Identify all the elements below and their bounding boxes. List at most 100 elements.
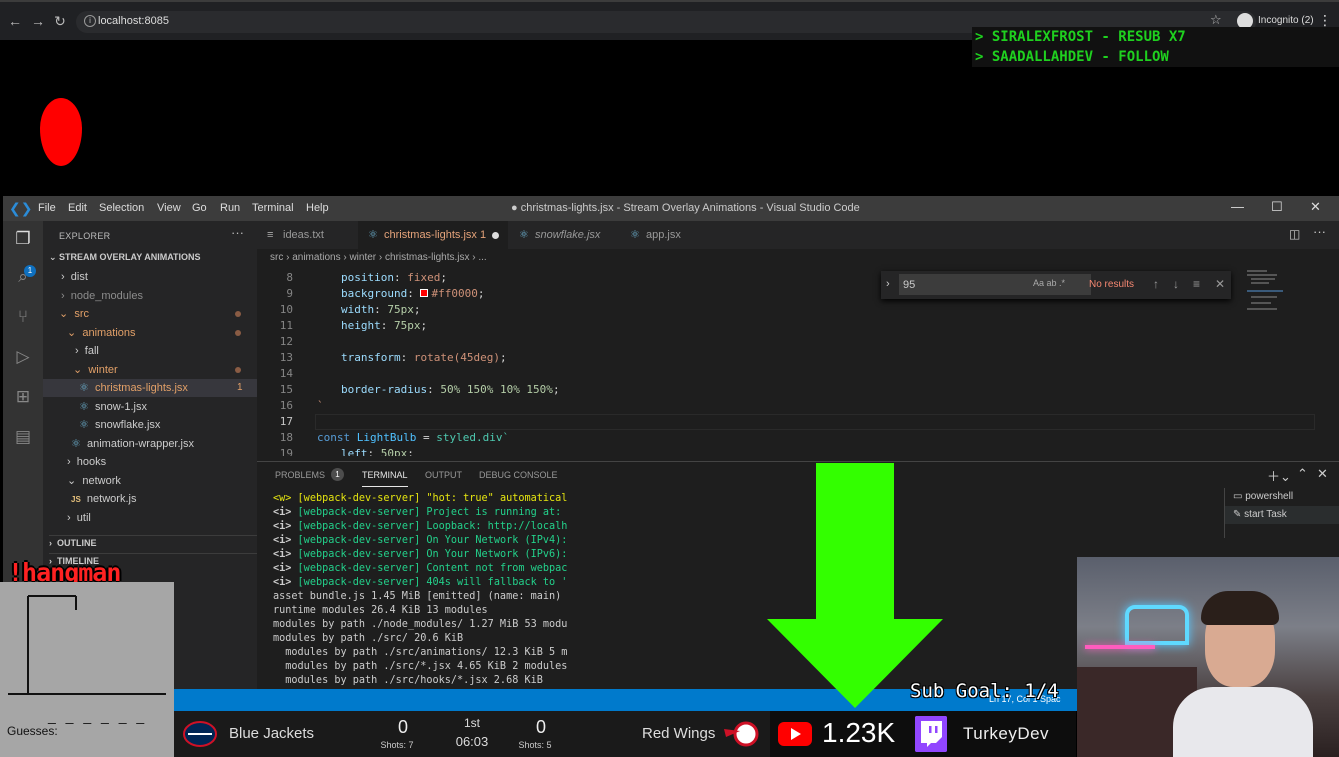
tree-item-util[interactable]: › util — [43, 509, 257, 527]
maximize-panel-icon[interactable]: ⌃ — [1297, 466, 1308, 482]
webcam-feed — [1077, 557, 1339, 757]
tree-item-snow-1[interactable]: ⚛ snow-1.jsx — [43, 398, 257, 416]
maximize-icon[interactable]: ☐ — [1271, 199, 1283, 215]
tree-item-snowflake[interactable]: ⚛ snowflake.jsx — [43, 416, 257, 434]
minimap[interactable] — [1243, 268, 1323, 328]
tab-snowflake[interactable]: ⚛ snowflake.jsx — [509, 221, 619, 249]
tree-item-winter[interactable]: ⌄ winter — [43, 361, 257, 379]
find-in-selection-icon[interactable]: ≡ — [1193, 277, 1200, 291]
tree-item-christmas-lights[interactable]: ⚛ christmas-lights.jsx 1 — [43, 379, 257, 397]
extensions-icon[interactable]: ⊞ — [13, 387, 33, 407]
menu-help[interactable]: Help — [306, 202, 329, 214]
terminal-list: ▭ powershell ✎ start Task — [1224, 488, 1339, 538]
guesses-label: Guesses: — [7, 724, 58, 738]
terminal-line: modules by path ./node_modules/ 1.27 MiB… — [273, 619, 568, 630]
code-line: left: 50px; — [341, 447, 414, 456]
terminal-line: modules by path ./src/*.jsx 4.65 KiB 2 m… — [273, 661, 568, 672]
tree-item-network[interactable]: ⌄ network — [43, 472, 257, 490]
terminal-line: <i> [webpack-dev-server] Project is runn… — [273, 507, 562, 518]
tree-item-src[interactable]: ⌄ src — [43, 305, 257, 323]
menu-go[interactable]: Go — [192, 202, 207, 214]
menu-run[interactable]: Run — [220, 202, 240, 214]
terminal-output[interactable]: <w> [webpack-dev-server] "hot: true" aut… — [273, 492, 583, 687]
close-panel-icon[interactable]: ✕ — [1317, 466, 1328, 482]
tree-item-dist[interactable]: › dist — [43, 268, 257, 286]
tab-ideas[interactable]: ≡ ideas.txt — [257, 221, 357, 249]
line-number: 18 — [279, 431, 293, 444]
home-score: 0 — [397, 717, 408, 737]
terminal-entry[interactable]: ✎ start Task — [1225, 506, 1339, 524]
line-number: 14 — [279, 367, 293, 380]
line-number: 13 — [279, 351, 293, 364]
menu-selection[interactable]: Selection — [99, 202, 144, 214]
site-info-icon[interactable]: i — [84, 15, 96, 27]
search-icon[interactable]: ⌕ — [13, 267, 33, 287]
tree-item-animations[interactable]: ⌄ animations — [43, 324, 257, 342]
toggle-replace-icon[interactable]: › — [886, 278, 890, 290]
close-icon[interactable]: ✕ — [1310, 199, 1321, 215]
terminal-line: modules by path ./src/animations/ 12.3 K… — [273, 647, 568, 658]
more-actions-icon[interactable]: ··· — [1313, 224, 1326, 239]
menu-terminal[interactable]: Terminal — [252, 202, 294, 214]
code-line: height: 75px; — [341, 319, 428, 332]
twitch-icon — [915, 716, 947, 752]
color-swatch[interactable] — [420, 289, 429, 297]
code-line: ` — [317, 399, 324, 412]
react-file-icon: ⚛ — [79, 401, 89, 413]
react-file-icon: ⚛ — [79, 419, 89, 431]
new-terminal-icon[interactable]: ＋⌄ — [1267, 466, 1291, 485]
forward-arrow-icon[interactable]: → — [29, 12, 47, 30]
menu-view[interactable]: View — [157, 202, 181, 214]
hangman-word: _ _ _ _ _ _ — [48, 708, 148, 724]
tab-output[interactable]: OUTPUT — [425, 470, 462, 480]
terminal-line: asset bundle.js 1.45 MiB [emitted] (name… — [273, 591, 562, 602]
find-result: No results — [1089, 279, 1135, 290]
back-arrow-icon[interactable]: ← — [6, 12, 24, 30]
twitch-badge: TurkeyDev — [908, 711, 1076, 757]
outline-section[interactable]: › OUTLINE — [49, 535, 257, 548]
terminal-entry[interactable]: ▭ powershell — [1225, 488, 1339, 506]
tab-terminal[interactable]: TERMINAL — [362, 470, 408, 487]
terminal-line: <i> [webpack-dev-server] 404s will fallb… — [273, 577, 568, 588]
menu-edit[interactable]: Edit — [68, 202, 87, 214]
source-control-icon[interactable]: ⑂ — [13, 307, 33, 327]
sub-goal: Sub Goal: 1/4 — [910, 680, 1059, 702]
tree-item-node-modules[interactable]: › node_modules — [43, 287, 257, 305]
code-line: position: fixed; — [341, 271, 447, 284]
files-icon[interactable]: ❐ — [13, 229, 33, 249]
previous-match-icon[interactable]: ↑ — [1153, 277, 1159, 291]
away-shots: Shots: 5 — [518, 740, 552, 750]
close-find-icon[interactable]: ✕ — [1215, 277, 1225, 291]
breadcrumb[interactable]: src › animations › winter › christmas-li… — [270, 252, 487, 263]
next-match-icon[interactable]: ↓ — [1173, 277, 1179, 291]
tab-debug-console[interactable]: DEBUG CONSOLE — [479, 470, 558, 480]
run-debug-icon[interactable]: ▷ — [13, 347, 33, 367]
find-widget: › Aa ab .* No results ↑ ↓ ≡ ✕ — [881, 271, 1231, 299]
url-text[interactable]: localhost:8085 — [98, 15, 169, 27]
tab-christmas-lights[interactable]: ⚛ christmas-lights.jsx 1 — [358, 221, 508, 249]
text-file-icon: ≡ — [267, 229, 274, 241]
incognito-label[interactable]: Incognito (2) — [1258, 15, 1314, 26]
period: 1st — [463, 716, 480, 730]
preview-icon[interactable]: ▤ — [13, 427, 33, 447]
reload-icon[interactable]: ↻ — [51, 12, 69, 30]
tab-app[interactable]: ⚛ app.jsx — [620, 221, 720, 249]
split-editor-icon[interactable]: ◫ — [1289, 227, 1300, 241]
find-options[interactable]: Aa ab .* — [1033, 278, 1065, 288]
unsaved-dot[interactable] — [492, 232, 499, 239]
line-number: 12 — [279, 335, 293, 348]
tree-item-fall[interactable]: › fall — [43, 342, 257, 360]
project-title[interactable]: ⌄ STREAM OVERLAY ANIMATIONS — [49, 252, 201, 263]
bookmark-star-icon[interactable]: ☆ — [1210, 12, 1222, 28]
tree-item-animation-wrapper[interactable]: ⚛ animation-wrapper.jsx — [43, 435, 257, 453]
tree-item-network-js[interactable]: JS network.js — [43, 490, 257, 508]
menu-file[interactable]: File — [38, 202, 56, 214]
tree-item-hooks[interactable]: › hooks — [43, 453, 257, 471]
code-line: const LightBulb = styled.div` — [317, 431, 510, 444]
minimize-icon[interactable]: — — [1231, 199, 1244, 214]
more-actions-icon[interactable]: ··· — [231, 225, 244, 240]
tab-problems[interactable]: PROBLEMS — [275, 470, 325, 480]
code-line: background: #ff0000; — [341, 287, 485, 300]
alert-line: > SIRALEXFROST - RESUB X7 — [975, 29, 1186, 45]
line-number: 10 — [279, 303, 293, 316]
